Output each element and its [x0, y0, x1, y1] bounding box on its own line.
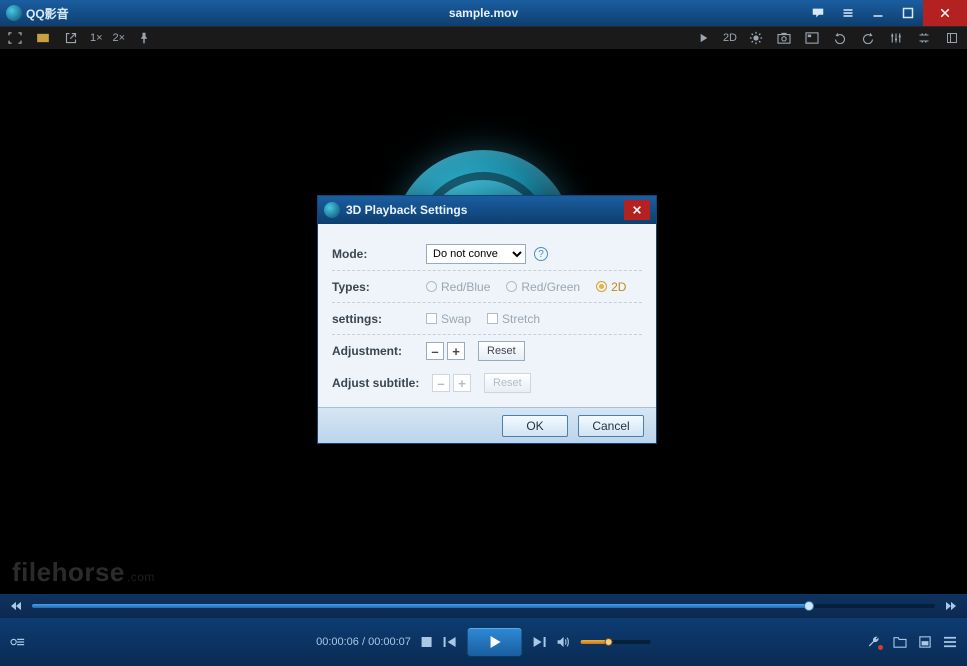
feedback-icon[interactable]: [803, 0, 833, 26]
row-settings: settings: Swap Stretch: [332, 303, 642, 335]
play-button[interactable]: [467, 627, 523, 657]
radio-2d[interactable]: 2D: [596, 280, 626, 294]
subtitle-minus: –: [432, 374, 450, 392]
watermark-suffix: .com: [127, 570, 155, 584]
volume-icon[interactable]: [557, 636, 571, 648]
play-small-icon[interactable]: [695, 29, 713, 47]
subtitle-plus: +: [453, 374, 471, 392]
brightness-icon[interactable]: [747, 29, 765, 47]
check-swap[interactable]: Swap: [426, 312, 471, 326]
types-radio-group: Red/Blue Red/Green 2D: [426, 280, 626, 294]
check-stretch-label: Stretch: [502, 312, 540, 326]
dialog-close-button[interactable]: [624, 200, 650, 220]
adjustment-label: Adjustment:: [332, 344, 426, 358]
dialog-title: 3D Playback Settings: [346, 203, 467, 217]
equalizer-icon[interactable]: [887, 29, 905, 47]
volume-slider[interactable]: [581, 640, 651, 644]
seek-bar: [0, 594, 967, 618]
pop-out-icon[interactable]: [62, 29, 80, 47]
types-label: Types:: [332, 280, 426, 294]
dialog-3d-playback: 3D Playback Settings Mode: Do not conve …: [317, 195, 657, 444]
dialog-footer: OK Cancel: [318, 407, 656, 443]
aspect-icon[interactable]: [34, 29, 52, 47]
fullscreen-icon[interactable]: [6, 29, 24, 47]
dialog-body: Mode: Do not conve ? Types: Red/Blue Red…: [318, 224, 656, 407]
secondary-toolbar: 1× 2× 2D: [0, 26, 967, 50]
ok-button[interactable]: OK: [502, 415, 568, 437]
adjustment-minus[interactable]: –: [426, 342, 444, 360]
minimize-button[interactable]: [863, 0, 893, 26]
volume-thumb[interactable]: [605, 638, 613, 646]
settings-label: settings:: [332, 312, 426, 326]
help-icon[interactable]: ?: [534, 247, 548, 261]
dialog-titlebar[interactable]: 3D Playback Settings: [318, 196, 656, 224]
speed-2x[interactable]: 2×: [113, 32, 126, 44]
playlist-icon[interactable]: [943, 636, 957, 648]
more-tools-icon[interactable]: [915, 29, 933, 47]
rotate-left-icon[interactable]: [831, 29, 849, 47]
radio-2d-label: 2D: [611, 280, 626, 294]
open-file-icon[interactable]: [893, 636, 907, 648]
radio-red-blue-label: Red/Blue: [441, 280, 490, 294]
pin-icon[interactable]: [135, 29, 153, 47]
cancel-button[interactable]: Cancel: [578, 415, 644, 437]
watermark: filehorse.com: [12, 557, 155, 588]
mode-2d[interactable]: 2D: [723, 32, 737, 44]
video-settings-icon[interactable]: [803, 29, 821, 47]
radio-red-green[interactable]: Red/Green: [506, 280, 580, 294]
control-bar: 00:00:06 / 00:00:07: [0, 618, 967, 666]
window-controls: [803, 0, 967, 26]
previous-button[interactable]: [443, 636, 457, 648]
row-adjustment: Adjustment: – + Reset: [332, 335, 642, 367]
playlist-toggle-icon[interactable]: [10, 635, 26, 649]
time-display: 00:00:06 / 00:00:07: [316, 636, 411, 648]
maximize-button[interactable]: [893, 0, 923, 26]
tools-icon[interactable]: [867, 635, 881, 649]
time-total: 00:00:07: [368, 636, 411, 648]
watermark-text: filehorse: [12, 557, 125, 587]
rotate-right-icon[interactable]: [859, 29, 877, 47]
time-current: 00:00:06: [316, 636, 359, 648]
row-types: Types: Red/Blue Red/Green 2D: [332, 271, 642, 303]
mode-label: Mode:: [332, 247, 426, 261]
app-title: QQ影音: [0, 5, 75, 22]
close-button[interactable]: [923, 0, 967, 26]
app-name-label: QQ影音: [26, 5, 69, 22]
row-mode: Mode: Do not conve ?: [332, 238, 642, 271]
expand-icon[interactable]: [943, 29, 961, 47]
file-title: sample.mov: [449, 6, 518, 20]
adjust-subtitle-label: Adjust subtitle:: [332, 376, 432, 390]
radio-red-green-label: Red/Green: [521, 280, 580, 294]
snapshot-icon[interactable]: [775, 29, 793, 47]
radio-red-blue[interactable]: Red/Blue: [426, 280, 490, 294]
stop-button[interactable]: [421, 636, 433, 648]
settings-check-group: Swap Stretch: [426, 312, 540, 326]
check-swap-label: Swap: [441, 312, 471, 326]
adjustment-plus[interactable]: +: [447, 342, 465, 360]
seek-track[interactable]: [32, 604, 935, 608]
seek-prev-icon[interactable]: [10, 601, 22, 611]
seek-thumb[interactable]: [804, 601, 814, 611]
app-logo-icon: [6, 5, 22, 21]
dialog-app-icon: [324, 202, 340, 218]
seek-next-icon[interactable]: [945, 601, 957, 611]
adjustment-reset[interactable]: Reset: [478, 341, 525, 361]
titlebar: QQ影音 sample.mov: [0, 0, 967, 26]
row-adjust-subtitle: Adjust subtitle: – + Reset: [332, 367, 642, 399]
seek-fill: [32, 604, 809, 608]
check-stretch[interactable]: Stretch: [487, 312, 540, 326]
next-button[interactable]: [533, 636, 547, 648]
mode-select[interactable]: Do not conve: [426, 244, 526, 264]
speed-1x[interactable]: 1×: [90, 32, 103, 44]
mini-mode-icon[interactable]: [919, 636, 931, 648]
menu-icon[interactable]: [833, 0, 863, 26]
subtitle-reset: Reset: [484, 373, 531, 393]
